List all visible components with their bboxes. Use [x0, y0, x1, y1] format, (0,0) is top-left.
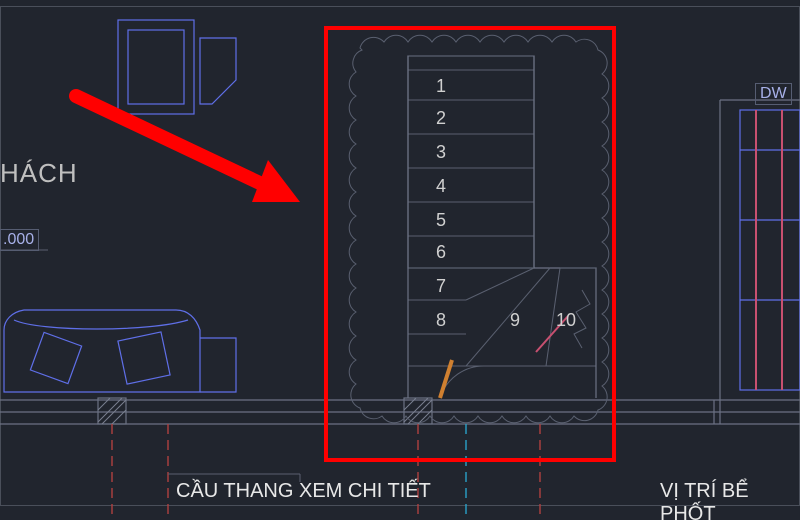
stair-plan: 1 2 3 4 5 6 7 8 9 10 — [408, 56, 596, 398]
stair-step-7: 7 — [436, 276, 446, 296]
stair-step-10: 10 — [556, 310, 576, 330]
stair-step-3: 3 — [436, 142, 446, 162]
dimension-value: .000 — [0, 229, 39, 251]
tag-dw: DW — [755, 83, 792, 105]
stair-step-2: 2 — [436, 108, 446, 128]
hatch-square-2 — [404, 398, 432, 424]
furniture-block-top — [118, 20, 236, 114]
hatch-square-1 — [98, 398, 126, 424]
caption-septic-location: VỊ TRÍ BỂ PHỐT — [660, 480, 800, 520]
annotation-highlight — [326, 28, 614, 460]
furniture-block-sofa — [4, 310, 236, 392]
annotation-arrow — [76, 96, 300, 202]
stair-step-9: 9 — [510, 310, 520, 330]
stair-step-4: 4 — [436, 176, 446, 196]
caption-stair-detail: CẦU THANG XEM CHI TIẾT — [176, 480, 431, 503]
revision-cloud — [349, 35, 609, 423]
drawing-layer: 1 2 3 4 5 6 7 8 9 10 — [0, 0, 800, 520]
room-label: HÁCH — [0, 158, 78, 189]
stair-step-1: 1 — [436, 76, 446, 96]
floor-wall-lines — [0, 400, 800, 424]
cad-model-space[interactable]: 1 2 3 4 5 6 7 8 9 10 — [0, 0, 800, 520]
right-fixture — [714, 100, 800, 424]
stair-step-8: 8 — [436, 310, 446, 330]
stair-step-6: 6 — [436, 242, 446, 262]
stair-step-5: 5 — [436, 210, 446, 230]
